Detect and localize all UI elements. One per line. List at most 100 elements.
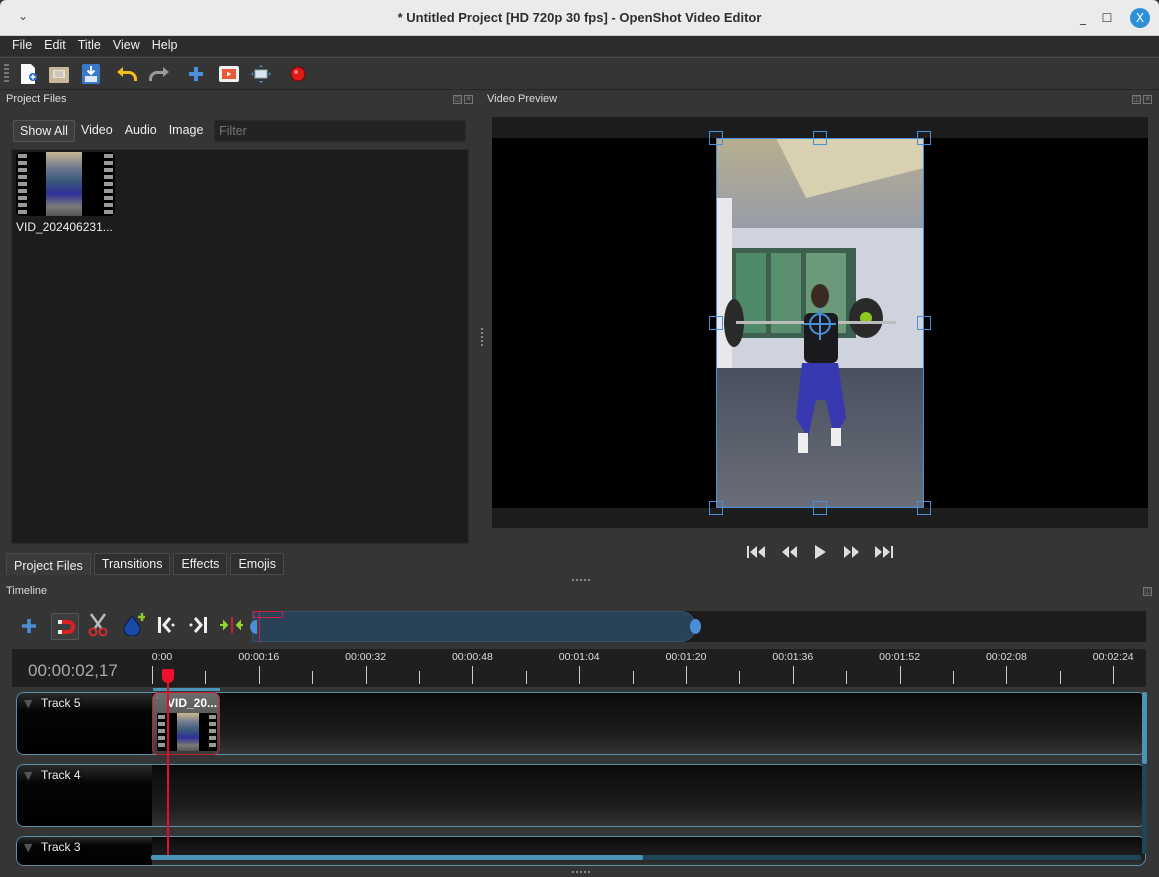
jump-start-button[interactable] bbox=[745, 543, 767, 561]
undo-button[interactable] bbox=[115, 63, 139, 85]
vertical-scrollbar-thumb[interactable] bbox=[1142, 692, 1147, 764]
filter-audio[interactable]: Audio bbox=[119, 120, 163, 142]
float-dock-icon[interactable]: ◫ bbox=[1132, 95, 1141, 104]
fullscreen-button[interactable] bbox=[249, 63, 273, 85]
dock-tab-bar: Project Files Transitions Effects Emojis bbox=[6, 553, 284, 575]
window-titlebar: ⌄ * Untitled Project [HD 720p 30 fps] - … bbox=[0, 0, 1159, 36]
export-video-button[interactable] bbox=[286, 63, 310, 85]
tab-emojis[interactable]: Emojis bbox=[230, 553, 284, 575]
track-lane[interactable] bbox=[152, 693, 1145, 754]
transform-handle-top-right[interactable] bbox=[917, 131, 931, 145]
track-header[interactable] bbox=[17, 837, 152, 865]
ruler-major-tick bbox=[579, 666, 581, 684]
playhead-handle[interactable] bbox=[162, 669, 174, 683]
transform-center-crosshair-icon[interactable] bbox=[804, 308, 836, 340]
ruler-label: 00:01:04 bbox=[558, 651, 600, 663]
rewind-icon bbox=[782, 546, 797, 558]
jump-end-button[interactable] bbox=[873, 543, 895, 561]
open-project-button[interactable] bbox=[47, 63, 71, 85]
toolbar-grip[interactable] bbox=[4, 64, 9, 84]
menu-file[interactable]: File bbox=[6, 36, 38, 56]
transform-handle-right[interactable] bbox=[917, 316, 931, 330]
float-dock-icon[interactable]: ◫ bbox=[453, 95, 462, 104]
add-marker-button[interactable] bbox=[121, 613, 145, 636]
previous-marker-button[interactable] bbox=[155, 614, 179, 636]
fast-forward-icon bbox=[844, 546, 859, 558]
close-button[interactable]: X bbox=[1130, 8, 1150, 28]
filter-input[interactable] bbox=[214, 120, 466, 142]
ruler-major-tick bbox=[152, 666, 153, 684]
save-project-button[interactable] bbox=[79, 63, 103, 85]
close-dock-icon[interactable]: ✕ bbox=[1143, 95, 1152, 104]
razor-button[interactable] bbox=[86, 613, 110, 637]
tab-effects[interactable]: Effects bbox=[173, 553, 228, 575]
snapping-toggle[interactable] bbox=[51, 613, 79, 640]
timeline-visible-range[interactable] bbox=[252, 611, 696, 642]
ruler-label: 00:00:32 bbox=[345, 651, 387, 663]
track-row[interactable]: ▼ Track 3 bbox=[16, 836, 1146, 866]
plus-icon bbox=[22, 619, 36, 633]
resize-grip[interactable] bbox=[572, 871, 590, 873]
menu-view[interactable]: View bbox=[107, 36, 146, 56]
file-item[interactable]: VID_202406231... bbox=[15, 152, 117, 236]
redo-button[interactable] bbox=[147, 63, 171, 85]
track-collapse-icon[interactable]: ▼ bbox=[24, 841, 32, 854]
transform-handle-top-left[interactable] bbox=[709, 131, 723, 145]
transform-handle-bottom-left[interactable] bbox=[709, 501, 723, 515]
play-button[interactable] bbox=[810, 543, 830, 561]
center-playhead-button[interactable] bbox=[219, 614, 243, 636]
menu-help[interactable]: Help bbox=[146, 36, 184, 56]
tab-transitions[interactable]: Transitions bbox=[93, 553, 171, 575]
track-collapse-icon[interactable]: ▼ bbox=[24, 697, 32, 710]
maximize-button[interactable]: ☐ bbox=[1098, 9, 1116, 27]
transform-handle-bottom-right[interactable] bbox=[917, 501, 931, 515]
track-row[interactable]: ▼ Track 4 bbox=[16, 764, 1146, 827]
file-filter-group: Show All Video Audio Image bbox=[13, 120, 209, 142]
clip-menu-icon[interactable]: ‘ bbox=[156, 696, 159, 706]
choose-profile-button[interactable] bbox=[217, 63, 241, 85]
horizontal-scrollbar-thumb[interactable] bbox=[151, 855, 643, 860]
next-marker-button[interactable] bbox=[186, 614, 210, 636]
timecode-display: 00:00:02,17 bbox=[28, 661, 118, 680]
clip-thumbnail bbox=[157, 713, 217, 751]
ruler-major-tick bbox=[1113, 666, 1115, 684]
timeline-clip[interactable]: ‘ VID_20... bbox=[152, 692, 220, 755]
center-timeline-icon bbox=[220, 617, 243, 633]
range-right-handle[interactable] bbox=[690, 619, 701, 634]
transform-handle-top[interactable] bbox=[813, 131, 827, 145]
track-header[interactable] bbox=[17, 765, 152, 826]
close-dock-icon[interactable]: ✕ bbox=[464, 95, 473, 104]
filter-video[interactable]: Video bbox=[75, 120, 119, 142]
ruler-minor-tick bbox=[846, 671, 848, 684]
transform-handle-bottom[interactable] bbox=[813, 501, 827, 515]
new-project-button[interactable] bbox=[16, 63, 40, 85]
ruler-major-tick bbox=[472, 666, 474, 684]
track-collapse-icon[interactable]: ▼ bbox=[24, 769, 32, 782]
playhead-line[interactable] bbox=[167, 669, 169, 855]
transform-handle-left[interactable] bbox=[709, 316, 723, 330]
next-marker-icon bbox=[189, 617, 207, 633]
tab-project-files[interactable]: Project Files bbox=[6, 553, 91, 575]
splitter-handle[interactable] bbox=[572, 579, 590, 581]
fast-forward-button[interactable] bbox=[841, 543, 863, 561]
minimize-button[interactable]: _ bbox=[1074, 9, 1092, 27]
menu-edit[interactable]: Edit bbox=[38, 36, 72, 56]
track-lane[interactable] bbox=[152, 837, 1145, 865]
add-track-button[interactable] bbox=[17, 615, 41, 637]
splitter-handle[interactable] bbox=[481, 328, 483, 346]
menu-title[interactable]: Title bbox=[72, 36, 107, 56]
track-lane[interactable] bbox=[152, 765, 1145, 826]
ruler-label: 00:00:16 bbox=[238, 651, 280, 663]
filter-image[interactable]: Image bbox=[163, 120, 210, 142]
rewind-button[interactable] bbox=[778, 543, 800, 561]
range-left-handle[interactable] bbox=[250, 620, 257, 634]
jump-start-icon bbox=[747, 546, 765, 558]
import-files-button[interactable] bbox=[184, 63, 208, 85]
track-header[interactable] bbox=[17, 693, 152, 754]
float-dock-icon[interactable]: ◫ bbox=[1143, 587, 1152, 596]
file-name: VID_202406231... bbox=[16, 220, 113, 234]
main-toolbar bbox=[0, 57, 1159, 90]
ruler-minor-tick bbox=[419, 671, 420, 684]
filter-show-all[interactable]: Show All bbox=[13, 120, 75, 142]
folder-icon bbox=[49, 67, 69, 83]
